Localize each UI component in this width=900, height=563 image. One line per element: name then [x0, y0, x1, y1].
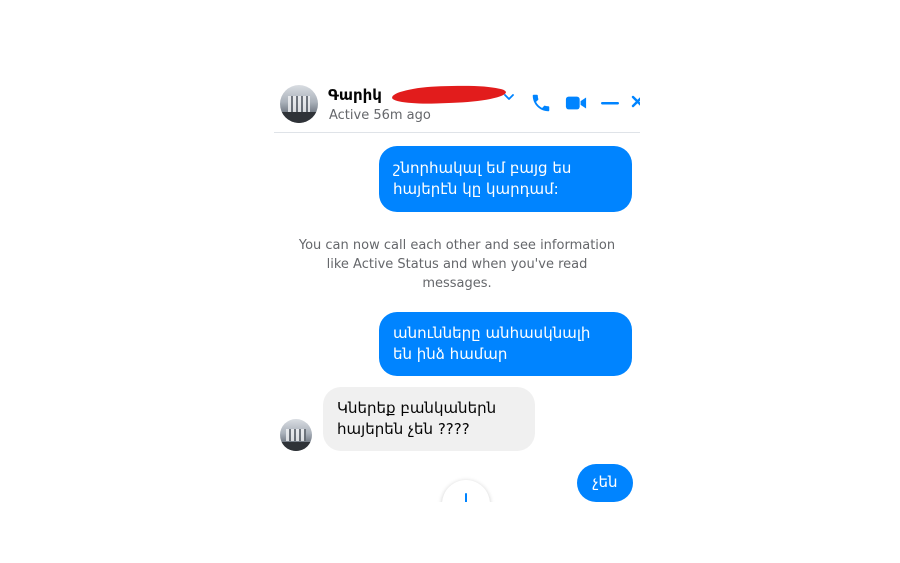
close-icon[interactable] [630, 92, 640, 114]
chat-window: Գարիկ Active 56m ago շնորհակալ եմ բայց ե… [274, 76, 640, 502]
minimize-icon[interactable] [600, 92, 620, 114]
outgoing-message[interactable]: անունները անհասկնալի են ինձ համար [379, 312, 632, 376]
scroll-to-bottom-button[interactable] [442, 480, 490, 502]
incoming-message[interactable]: Կներեք բանկաներն հայերեն չեն ???? [323, 387, 535, 451]
sender-avatar[interactable] [280, 419, 312, 451]
outgoing-message[interactable]: շնորհակալ եմ բայց ես հայերէն կը կարդամ: [379, 146, 632, 212]
chat-header: Գարիկ Active 56m ago [274, 76, 640, 133]
phone-icon[interactable] [530, 92, 552, 114]
chevron-down-icon[interactable] [503, 91, 515, 103]
contact-name-area[interactable]: Գարիկ [328, 84, 518, 108]
redaction-mark [391, 84, 507, 105]
outgoing-message[interactable]: չեն [577, 464, 633, 502]
contact-avatar[interactable] [280, 85, 318, 123]
contact-name: Գարիկ [328, 86, 382, 104]
video-icon[interactable] [564, 92, 588, 114]
arrow-down-icon [465, 493, 467, 502]
active-status: Active 56m ago [329, 108, 431, 123]
system-notice: You can now call each other and see info… [298, 238, 616, 291]
